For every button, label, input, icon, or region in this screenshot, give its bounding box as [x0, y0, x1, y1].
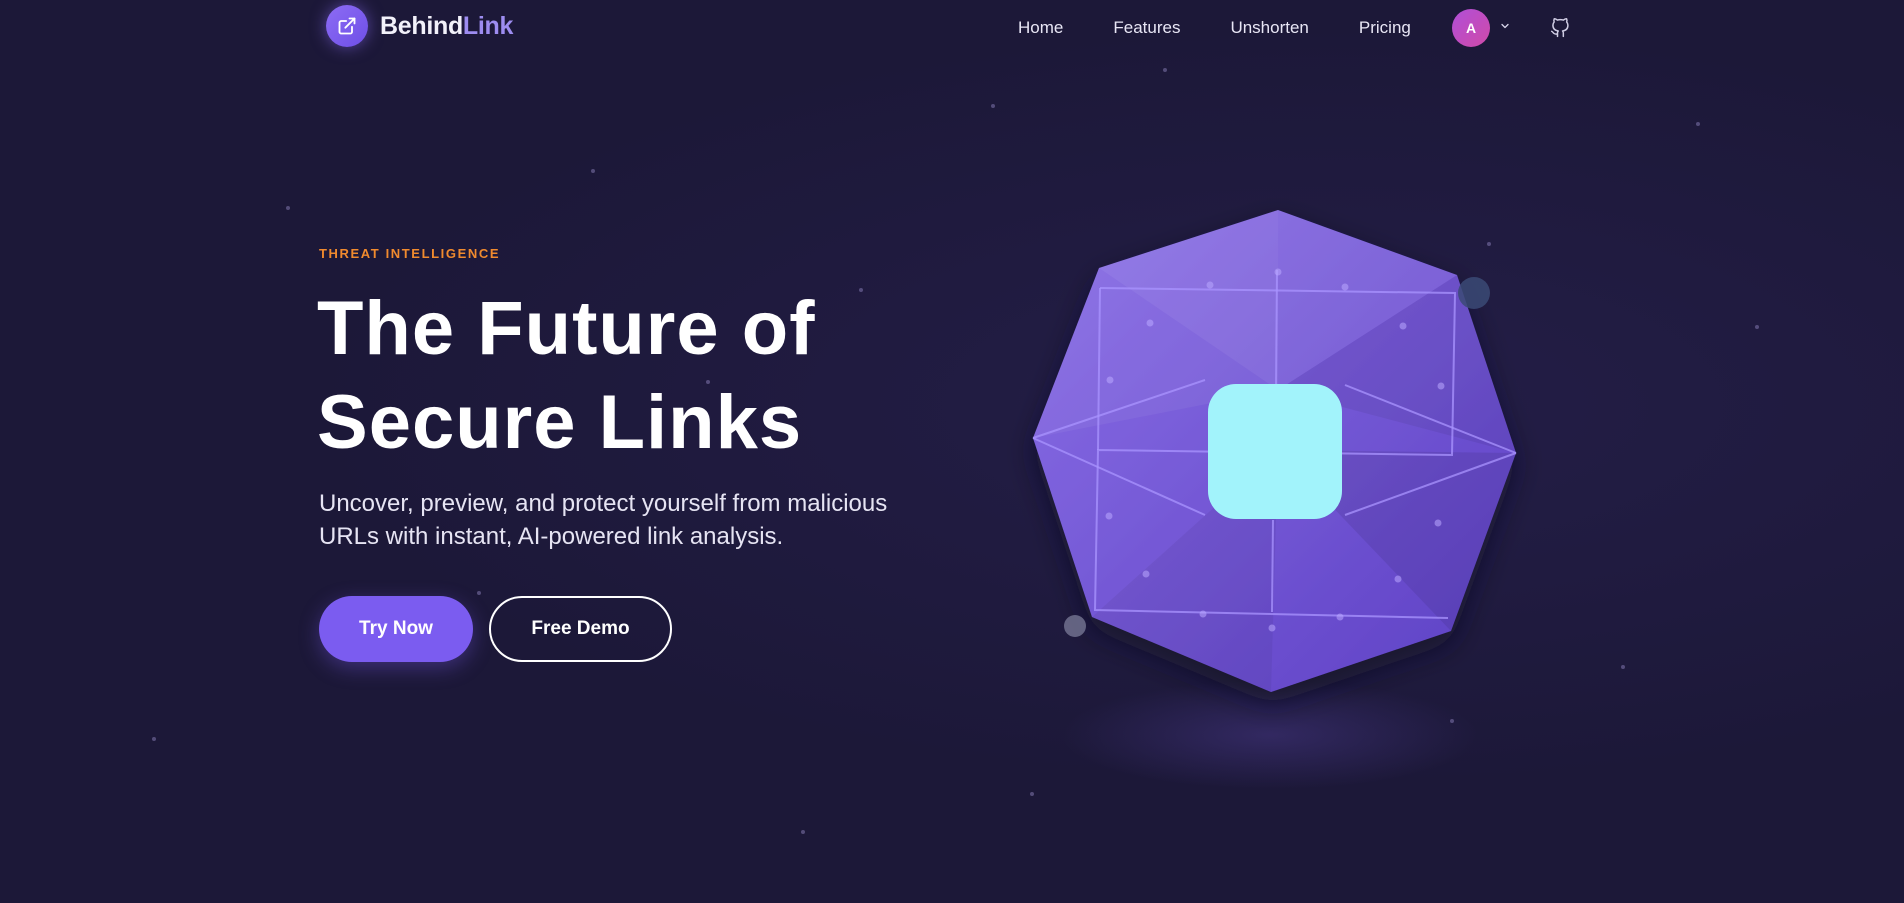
- hero-headline-line2: Secure Links: [317, 380, 803, 465]
- star-decoration: [1163, 68, 1167, 72]
- hero-eyebrow: THREAT INTELLIGENCE: [319, 246, 501, 261]
- star-decoration: [477, 591, 481, 595]
- star-decoration: [1755, 325, 1759, 329]
- chevron-down-icon: [1499, 19, 1511, 37]
- top-navbar: BehindLink Home Features Unshorten Prici…: [0, 0, 1904, 56]
- hero-headline-line1: The Future of: [317, 286, 816, 371]
- hero-subtext: Uncover, preview, and protect yourself f…: [319, 490, 888, 550]
- nav-link-pricing[interactable]: Pricing: [1359, 18, 1411, 38]
- nav-links: Home Features Unshorten Pricing: [1018, 18, 1411, 38]
- try-now-button[interactable]: Try Now: [319, 596, 473, 662]
- free-demo-button[interactable]: Free Demo: [489, 596, 672, 662]
- star-decoration: [152, 737, 156, 741]
- nav-link-features[interactable]: Features: [1113, 18, 1180, 38]
- shield-gem-illustration: [1032, 210, 1517, 692]
- star-decoration: [286, 206, 290, 210]
- brand-name-part1: Behind: [380, 11, 463, 40]
- star-decoration: [801, 830, 805, 834]
- brand-name: BehindLink: [380, 12, 513, 41]
- landing-page: BehindLink Home Features Unshorten Prici…: [0, 0, 1904, 903]
- nav-link-home[interactable]: Home: [1018, 18, 1063, 38]
- external-link-icon: [326, 5, 368, 47]
- hero-headline: The Future of Secure Links: [317, 282, 816, 470]
- nav-link-unshorten[interactable]: Unshorten: [1230, 18, 1308, 38]
- gem-core: [1208, 384, 1342, 519]
- brand-name-part2: Link: [462, 11, 514, 40]
- star-decoration: [859, 288, 863, 292]
- orb-decoration: [1064, 615, 1086, 637]
- orb-decoration: [1458, 277, 1490, 309]
- star-decoration: [1696, 122, 1700, 126]
- avatar: A: [1452, 9, 1490, 47]
- github-icon[interactable]: [1550, 17, 1570, 44]
- star-decoration: [1621, 665, 1625, 669]
- user-menu-toggle[interactable]: A: [1452, 9, 1511, 47]
- star-decoration: [991, 104, 995, 108]
- star-decoration: [591, 169, 595, 173]
- brand-logo-link[interactable]: BehindLink: [326, 5, 513, 47]
